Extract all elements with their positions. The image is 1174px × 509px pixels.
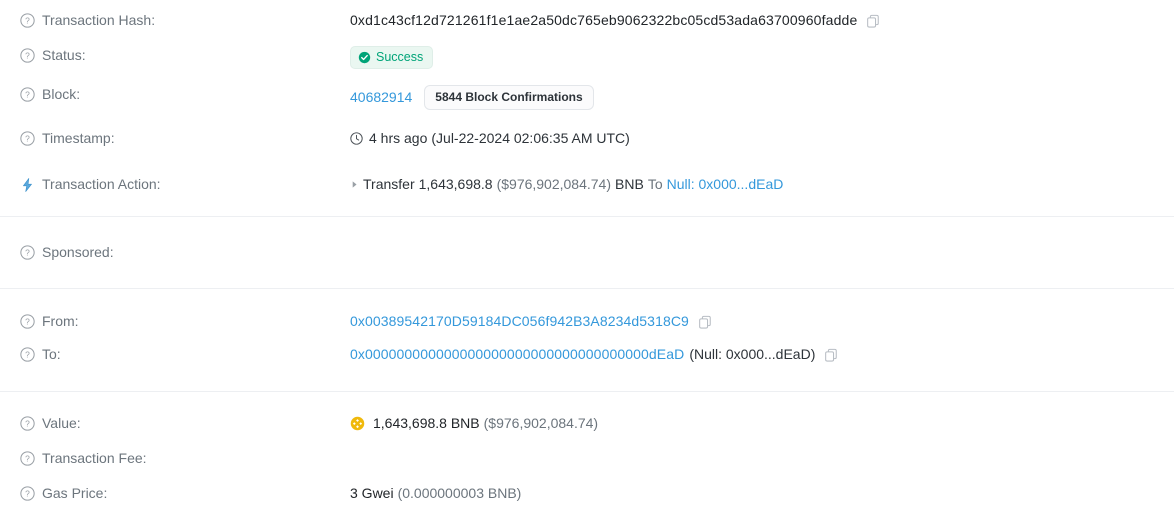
row-status: ? Status: Success [0, 30, 1174, 69]
row-sponsored: ? Sponsored: [0, 217, 1174, 262]
action-destination-link[interactable]: Null: 0x000...dEaD [667, 175, 784, 194]
label-value: ? Value: [20, 414, 350, 433]
label-status: ? Status: [20, 46, 350, 65]
label-gas-price: ? Gas Price: [20, 484, 350, 503]
action-usd-value: ($976,902,084.74) [496, 176, 612, 192]
value-to: 0x000000000000000000000000000000000000dE… [350, 345, 1174, 364]
question-circle-icon[interactable]: ? [20, 451, 35, 466]
label-transaction-hash: ? Transaction Hash: [20, 11, 350, 30]
action-token: BNB [615, 176, 644, 192]
label-transaction-action: Transaction Action: [20, 175, 350, 194]
row-transaction-action: Transaction Action: Transfer 1,643,698.8… [0, 148, 1174, 194]
copy-icon[interactable] [698, 315, 712, 329]
row-transaction-hash: ? Transaction Hash: 0xd1c43cf12d721261f1… [0, 0, 1174, 30]
svg-text:?: ? [25, 51, 30, 61]
label-text: Sponsored: [42, 244, 114, 260]
status-badge-label: Success [376, 50, 424, 64]
label-timestamp: ? Timestamp: [20, 129, 350, 148]
label-from: ? From: [20, 312, 350, 331]
question-circle-icon[interactable]: ? [20, 13, 35, 28]
label-text: Value: [42, 415, 81, 431]
svg-text:?: ? [25, 134, 30, 144]
svg-text:?: ? [25, 454, 30, 464]
row-transaction-fee: ? Transaction Fee: [0, 433, 1174, 468]
from-address-link[interactable]: 0x00389542170D59184DC056f942B3A8234d5318… [350, 312, 689, 331]
to-address-note: (Null: 0x000...dEaD) [689, 346, 816, 362]
caret-right-icon[interactable] [350, 180, 359, 189]
check-circle-icon [358, 51, 371, 64]
value-block: 40682914 5844 Block Confirmations [350, 85, 1174, 110]
svg-text:?: ? [25, 90, 30, 100]
bnb-coin-icon [350, 416, 365, 431]
value-transaction-action: Transfer 1,643,698.8 ($976,902,084.74) B… [350, 175, 1174, 194]
label-text: Block: [42, 86, 81, 102]
label-text: To: [42, 346, 61, 362]
transaction-details-panel: ? Transaction Hash: 0xd1c43cf12d721261f1… [0, 0, 1174, 503]
svg-text:?: ? [25, 350, 30, 360]
row-block: ? Block: 40682914 5844 Block Confirmatio… [0, 69, 1174, 110]
copy-icon[interactable] [866, 14, 880, 28]
clock-icon [350, 132, 363, 145]
label-text: From: [42, 313, 79, 329]
row-gas-price: ? Gas Price: 3 Gwei (0.000000003 BNB) [0, 468, 1174, 503]
value-usd-amount: ($976,902,084.74) [483, 415, 599, 431]
label-sponsored: ? Sponsored: [20, 243, 350, 262]
label-text: Gas Price: [42, 485, 108, 501]
label-block: ? Block: [20, 85, 350, 104]
question-circle-icon[interactable]: ? [20, 486, 35, 501]
question-circle-icon[interactable]: ? [20, 131, 35, 146]
label-to: ? To: [20, 345, 350, 364]
gas-price-native: (0.000000003 BNB) [397, 485, 522, 501]
copy-icon[interactable] [824, 348, 838, 362]
timestamp-relative: 4 hrs ago [369, 130, 428, 146]
action-preposition: To [647, 176, 663, 192]
label-text: Timestamp: [42, 130, 115, 146]
question-circle-icon[interactable]: ? [20, 416, 35, 431]
row-timestamp: ? Timestamp: 4 hrs ago (Jul-22-2024 02:0… [0, 110, 1174, 148]
value-transaction-hash: 0xd1c43cf12d721261f1e1ae2a50dc765eb90623… [350, 11, 1174, 30]
block-confirmations-badge: 5844 Block Confirmations [424, 85, 594, 110]
svg-text:?: ? [25, 419, 30, 429]
value-gas-price: 3 Gwei (0.000000003 BNB) [350, 484, 1174, 503]
question-circle-icon[interactable]: ? [20, 245, 35, 260]
row-value: ? Value: 1,643,698.8 BNB ($976,902,084.7… [0, 392, 1174, 433]
transaction-hash-value: 0xd1c43cf12d721261f1e1ae2a50dc765eb90623… [350, 12, 858, 28]
svg-text:?: ? [25, 317, 30, 327]
status-badge: Success [350, 46, 434, 69]
value-status: Success [350, 46, 1174, 69]
question-circle-icon[interactable]: ? [20, 87, 35, 102]
block-number-link[interactable]: 40682914 [350, 88, 412, 107]
question-circle-icon[interactable]: ? [20, 48, 35, 63]
timestamp-absolute: (Jul-22-2024 02:06:35 AM UTC) [431, 130, 630, 146]
question-circle-icon[interactable]: ? [20, 347, 35, 362]
question-circle-icon[interactable]: ? [20, 314, 35, 329]
value-amount: 1,643,698.8 BNB ($976,902,084.74) [350, 414, 1174, 433]
value-timestamp: 4 hrs ago (Jul-22-2024 02:06:35 AM UTC) [350, 129, 1174, 148]
lightning-bolt-icon [20, 177, 35, 193]
svg-text:?: ? [25, 16, 30, 26]
label-text: Transaction Action: [42, 176, 161, 192]
row-to: ? To: 0x00000000000000000000000000000000… [0, 331, 1174, 364]
action-amount: 1,643,698.8 [418, 176, 493, 192]
value-bnb-amount: 1,643,698.8 BNB [373, 415, 480, 431]
gas-price-gwei: 3 Gwei [350, 485, 394, 501]
label-transaction-fee: ? Transaction Fee: [20, 449, 350, 468]
label-text: Transaction Hash: [42, 12, 156, 28]
row-from: ? From: 0x00389542170D59184DC056f942B3A8… [0, 289, 1174, 331]
svg-text:?: ? [25, 248, 30, 258]
svg-text:?: ? [25, 489, 30, 499]
action-verb: Transfer [363, 176, 415, 192]
label-text: Transaction Fee: [42, 450, 147, 466]
value-from: 0x00389542170D59184DC056f942B3A8234d5318… [350, 312, 1174, 331]
to-address-link[interactable]: 0x000000000000000000000000000000000000dE… [350, 345, 684, 364]
label-text: Status: [42, 47, 86, 63]
